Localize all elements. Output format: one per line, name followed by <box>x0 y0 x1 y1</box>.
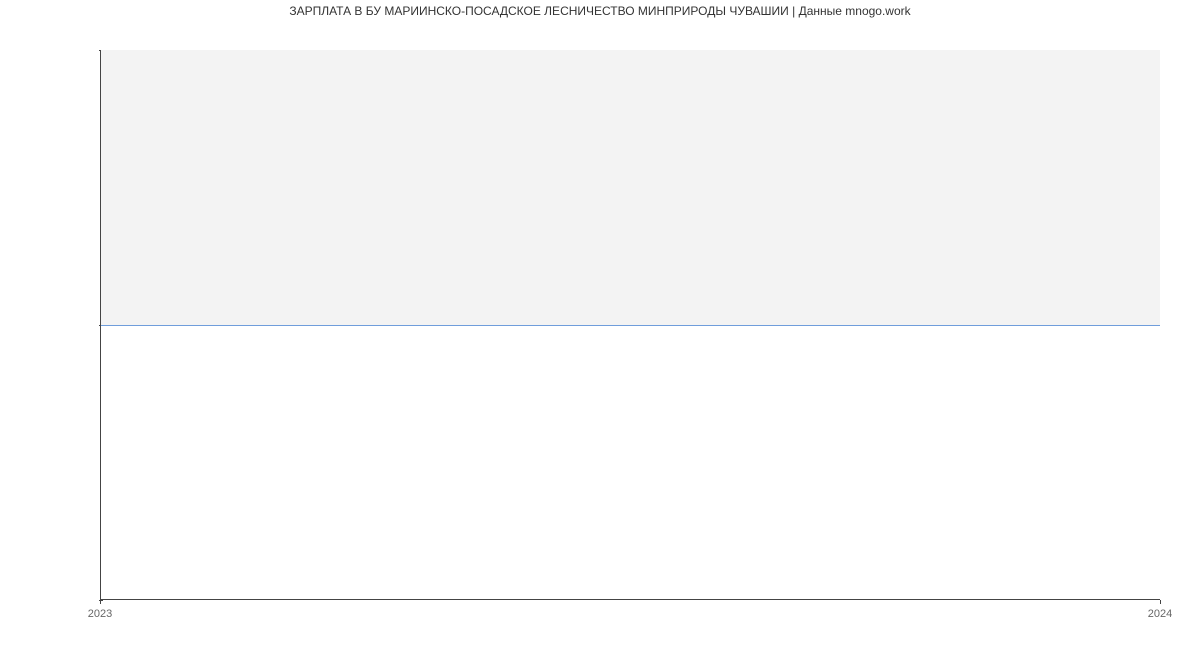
series-line <box>101 325 1160 326</box>
tick-mark <box>1160 600 1161 604</box>
plot-area <box>100 50 1160 600</box>
x-tick-label: 2024 <box>1130 608 1190 620</box>
salary-chart: ЗАРПЛАТА В БУ МАРИИНСКО-ПОСАДСКОЕ ЛЕСНИЧ… <box>0 0 1200 650</box>
chart-title: ЗАРПЛАТА В БУ МАРИИНСКО-ПОСАДСКОЕ ЛЕСНИЧ… <box>0 4 1200 18</box>
x-tick-label: 2023 <box>70 608 130 620</box>
tick-mark <box>100 600 101 604</box>
area-fill <box>101 50 1160 325</box>
